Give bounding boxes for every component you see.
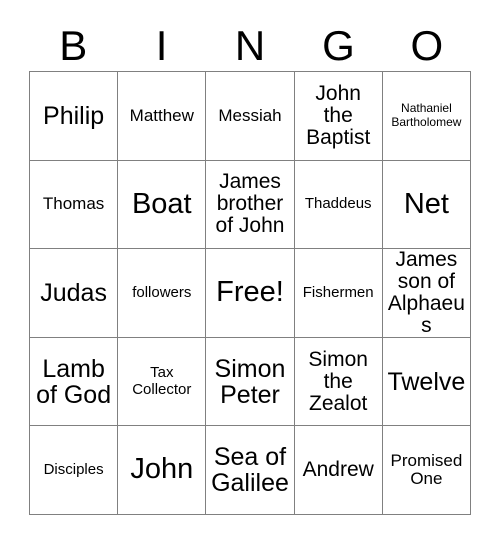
bingo-cell-r1c2[interactable]: Matthew (118, 72, 207, 161)
bingo-card: B I N G O Philip Matthew Messiah John the Bapti… (0, 0, 500, 544)
bingo-cell-label: Thaddeus (304, 195, 372, 213)
bingo-cell-label: Boat (131, 187, 192, 220)
bingo-header-letter-o: O (410, 21, 444, 69)
bingo-cell-r4c1[interactable]: Lamb of God (30, 337, 119, 427)
bingo-cell-label: Simon the Zealot (308, 347, 368, 415)
bingo-cell-r3c2[interactable]: followers (118, 249, 207, 338)
bingo-cell-label: Net (403, 187, 449, 220)
bingo-cell-label: Fishermen (302, 283, 374, 301)
bingo-cell-r4c3[interactable]: Simon Peter (206, 337, 295, 427)
bingo-cell-label: Messiah (218, 105, 282, 125)
bingo-header-letter-n: N (234, 21, 266, 69)
bingo-cell-label: Philip (43, 101, 105, 130)
bingo-cell-r5c2[interactable]: John (118, 426, 207, 515)
bingo-cell-label: Matthew (129, 105, 194, 125)
bingo-cell-label: John (130, 453, 194, 486)
bingo-cell-r2c4[interactable]: Thaddeus (294, 160, 383, 250)
bingo-cell-label: Twelve (387, 367, 466, 396)
bingo-cell-r4c5[interactable]: Twelve (382, 337, 471, 427)
bingo-cell-r3c4[interactable]: Fishermen (294, 249, 383, 338)
bingo-cell-label: Sea of Galilee (211, 443, 289, 498)
bingo-cell-label: Andrew (302, 458, 374, 482)
bingo-cell-r2c5[interactable]: Net (382, 160, 471, 250)
bingo-cell-r5c3[interactable]: Sea of Galilee (206, 426, 295, 515)
bingo-cell-r1c4[interactable]: John the Baptist (294, 72, 383, 161)
bingo-cell-label: Judas (40, 278, 107, 307)
bingo-cell-r2c3[interactable]: James brother of John (206, 160, 295, 250)
bingo-header-letter-b: B (59, 21, 88, 69)
bingo-header-letter-g: G (322, 21, 355, 69)
bingo-cell-r4c2[interactable]: Tax Collector (118, 337, 207, 427)
bingo-cell-r5c4[interactable]: Andrew (294, 426, 383, 515)
bingo-cell-r3c1[interactable]: Judas (30, 249, 119, 338)
bingo-cell-r2c2[interactable]: Boat (118, 160, 207, 250)
bingo-cell-r1c5[interactable]: Nathaniel Bartholomew (382, 72, 471, 161)
bingo-cell-label: Simon Peter (214, 354, 286, 409)
bingo-cell-r3c5[interactable]: James son of Alphaeus (382, 249, 471, 338)
bingo-cell-r1c1[interactable]: Philip (30, 72, 119, 161)
bingo-cell-label: James son of Alphaeus (387, 249, 465, 338)
bingo-cell-label: Lamb of God (36, 354, 112, 409)
bingo-header: BINGO (29, 20, 471, 71)
bingo-header-letter-i: I (155, 21, 168, 69)
bingo-cell-label: Disciples (43, 461, 104, 479)
bingo-cell-r1c3[interactable]: Messiah (206, 72, 295, 161)
bingo-cell-label: followers (132, 283, 192, 301)
bingo-cell-label: Thomas (42, 194, 105, 214)
bingo-cell-r5c1[interactable]: Disciples (30, 426, 119, 515)
bingo-cell-r5c5[interactable]: Promised One (382, 426, 471, 515)
bingo-grid: Philip Matthew Messiah John the Baptist Nath… (29, 71, 471, 515)
bingo-free-space-cell[interactable]: Free! (206, 249, 295, 338)
bingo-cell-r4c4[interactable]: Simon the Zealot (294, 337, 383, 427)
bingo-cell-label: Tax Collector (132, 364, 192, 398)
bingo-free-space-label: Free! (216, 276, 284, 309)
bingo-cell-r2c1[interactable]: Thomas (30, 160, 119, 250)
bingo-cell-label: John the Baptist (306, 81, 371, 149)
bingo-cell-label: Promised One (390, 451, 463, 489)
bingo-cell-label: James brother of John (215, 170, 285, 238)
bingo-cell-label: Nathaniel Bartholomew (391, 101, 462, 129)
